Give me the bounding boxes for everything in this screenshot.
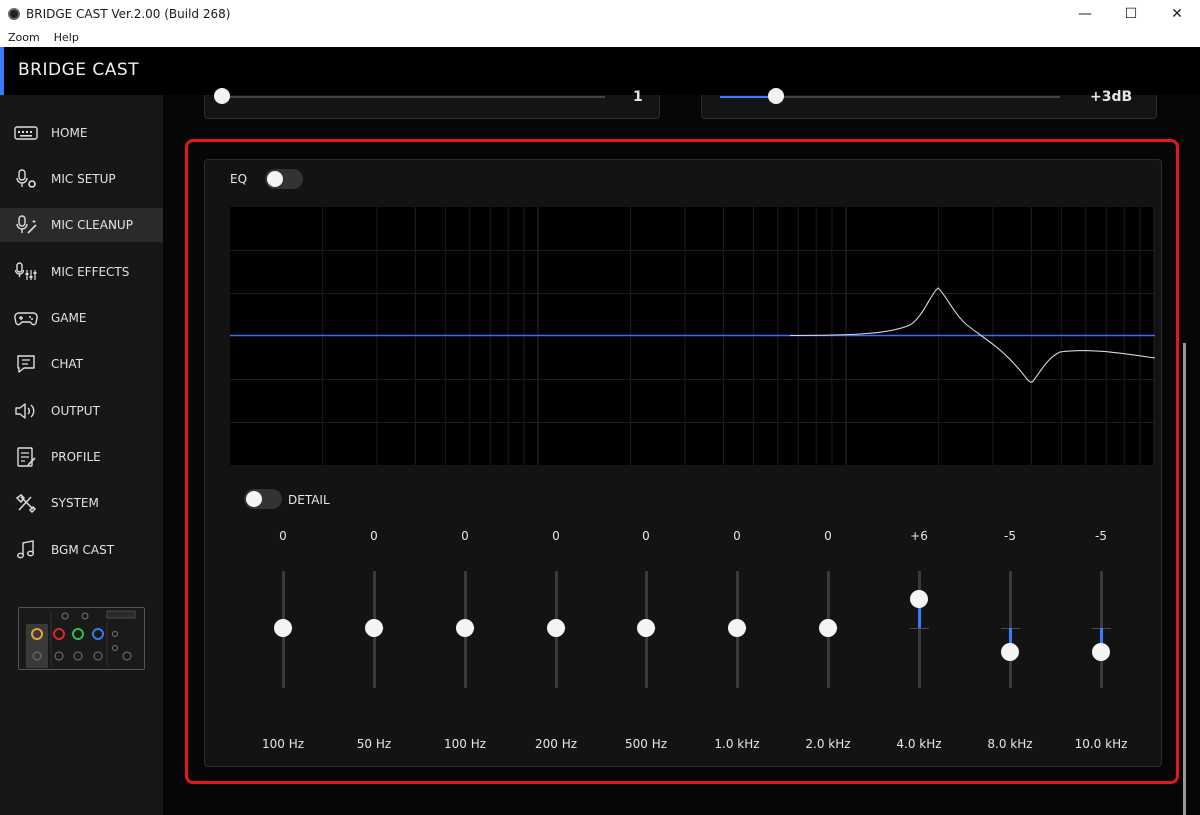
minimize-button[interactable]: — (1062, 0, 1108, 28)
sidebar-item-bgm-cast[interactable]: BGM CAST (0, 533, 163, 567)
app-header: BRIDGE CAST (0, 47, 1200, 95)
sidebar-item-label: SYSTEM (51, 496, 99, 510)
app-logo-icon (8, 8, 20, 20)
menu-bar: Zoom Help (0, 28, 1200, 47)
sidebar-item-label: BGM CAST (51, 543, 115, 557)
speaker-icon (15, 403, 35, 419)
profile-doc-icon (17, 447, 36, 467)
top-left-slider-knob[interactable] (214, 88, 230, 104)
mic-gear-icon (16, 169, 36, 188)
sidebar-item-mic-cleanup[interactable]: MIC CLEANUP (0, 208, 163, 242)
gamepad-icon (14, 312, 38, 326)
sidebar-item-mic-effects[interactable]: MIC EFFECTS (0, 255, 163, 289)
top-left-slider-track[interactable] (222, 96, 605, 98)
menu-help[interactable]: Help (54, 31, 79, 44)
top-left-control-card: 1 (204, 88, 660, 119)
top-left-value: 1 (633, 89, 643, 105)
top-right-value: +3dB (1090, 89, 1133, 105)
eq-section-highlight (185, 139, 1179, 784)
sidebar-item-label: GAME (51, 311, 87, 325)
sidebar-item-label: HOME (51, 126, 88, 140)
menu-zoom[interactable]: Zoom (8, 31, 40, 44)
sidebar: HOME MIC SETUP MIC CLEANUP MIC EFFECTS G… (0, 95, 163, 815)
device-thumbnail[interactable] (18, 607, 145, 670)
title-bar: BRIDGE CAST Ver.2.00 (Build 268) — ☐ ✕ (0, 0, 1200, 28)
top-right-control-card: +3dB (701, 88, 1157, 119)
sidebar-item-label: OUTPUT (51, 404, 100, 418)
top-right-slider-knob[interactable] (768, 88, 784, 104)
tools-icon (15, 494, 37, 513)
brand-title: BRIDGE CAST (18, 60, 140, 80)
keyboard-icon (14, 126, 38, 140)
music-note-icon (17, 540, 34, 559)
mic-wand-icon (16, 215, 37, 234)
sidebar-item-game[interactable]: GAME (0, 301, 163, 335)
sidebar-item-label: CHAT (51, 357, 84, 371)
sidebar-item-system[interactable]: SYSTEM (0, 486, 163, 520)
sidebar-item-output[interactable]: OUTPUT (0, 394, 163, 428)
main-scrollbar[interactable] (1183, 343, 1186, 815)
bridge-cast-device-icon (19, 608, 144, 669)
sidebar-item-label: PROFILE (51, 450, 101, 464)
sidebar-item-home[interactable]: HOME (0, 116, 163, 150)
sidebar-item-mic-setup[interactable]: MIC SETUP (0, 162, 163, 196)
chat-bubble-icon (17, 355, 35, 373)
sidebar-item-label: MIC CLEANUP (51, 218, 133, 232)
sidebar-item-chat[interactable]: CHAT (0, 347, 163, 381)
maximize-button[interactable]: ☐ (1108, 0, 1154, 28)
close-button[interactable]: ✕ (1154, 0, 1200, 28)
window-title: BRIDGE CAST Ver.2.00 (Build 268) (26, 7, 231, 21)
mic-sliders-icon (14, 262, 37, 280)
window-controls: — ☐ ✕ (1062, 0, 1200, 28)
sidebar-item-label: MIC EFFECTS (51, 265, 130, 279)
sidebar-item-profile[interactable]: PROFILE (0, 440, 163, 474)
sidebar-item-label: MIC SETUP (51, 172, 116, 186)
